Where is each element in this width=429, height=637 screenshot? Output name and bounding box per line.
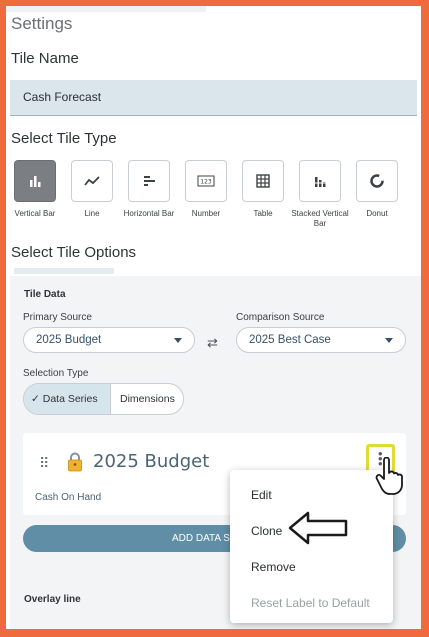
vertical-bar-icon xyxy=(14,160,56,202)
menu-item-clone[interactable]: Clone xyxy=(251,524,282,538)
overlay-line-heading: Overlay line xyxy=(24,594,81,605)
tile-name-input[interactable]: Cash Forecast xyxy=(10,80,417,116)
left-arrow-icon xyxy=(288,510,348,551)
tile-type-horizontal-bar[interactable]: Horizontal Bar xyxy=(119,160,179,219)
chevron-down-icon xyxy=(385,338,393,343)
swap-arrows-icon[interactable]: ⇄ xyxy=(207,335,218,351)
tile-type-label: Vertical Bar xyxy=(14,209,56,218)
number-icon: 123 xyxy=(185,160,227,202)
selection-type-dimensions[interactable]: Dimensions xyxy=(112,384,183,414)
hand-cursor-icon xyxy=(375,456,405,502)
tile-type-stacked-vertical-bar[interactable]: Stacked Vertical Bar xyxy=(290,160,350,229)
tile-type-number[interactable]: 123 Number xyxy=(176,160,236,219)
chevron-down-icon xyxy=(174,338,182,343)
stacked-bar-icon xyxy=(299,160,341,202)
tile-type-label: Table xyxy=(253,209,273,218)
svg-text:123: 123 xyxy=(200,179,212,186)
menu-item-remove[interactable]: Remove xyxy=(251,560,296,574)
dimensions-label: Dimensions xyxy=(120,393,175,405)
tile-type-label: Number xyxy=(191,209,221,218)
lock-icon xyxy=(67,452,83,477)
tile-type-label: Line xyxy=(84,209,100,218)
series-card-subtitle: Cash On Hand xyxy=(35,492,102,503)
comparison-source-select[interactable]: 2025 Best Case xyxy=(236,327,406,353)
menu-item-edit[interactable]: Edit xyxy=(251,488,272,502)
menu-item-reset-label: Reset Label to Default xyxy=(251,596,370,610)
selection-type-label: Selection Type xyxy=(23,368,89,379)
comparison-source-label: Comparison Source xyxy=(236,312,325,323)
table-icon xyxy=(242,160,284,202)
settings-panel: Settings Tile Name Cash Forecast Select … xyxy=(6,6,421,629)
check-icon: ✓ xyxy=(31,393,40,405)
title-underline xyxy=(6,6,206,12)
drag-handle-icon[interactable]: ⠿ xyxy=(39,455,49,472)
primary-source-label: Primary Source xyxy=(23,312,92,323)
selection-type-data-series[interactable]: ✓ Data Series xyxy=(24,384,111,414)
series-card-title: 2025 Budget xyxy=(93,451,210,472)
tile-type-heading: Select Tile Type xyxy=(11,130,117,147)
tile-name-heading: Tile Name xyxy=(11,50,79,67)
tile-type-label: Donut xyxy=(366,209,388,218)
tile-type-vertical-bar[interactable]: Vertical Bar xyxy=(6,160,65,219)
tile-type-label: Horizontal Bar xyxy=(123,209,175,218)
tile-data-heading: Tile Data xyxy=(24,289,66,300)
comparison-source-value: 2025 Best Case xyxy=(249,334,331,346)
tile-type-list: Vertical Bar Line Horizontal Bar 123 Num… xyxy=(6,160,421,240)
line-chart-icon xyxy=(71,160,113,202)
horizontal-bar-icon xyxy=(128,160,170,202)
primary-source-select[interactable]: 2025 Budget xyxy=(23,327,195,353)
donut-icon xyxy=(356,160,398,202)
tile-type-donut[interactable]: Donut xyxy=(347,160,407,219)
faint-divider xyxy=(14,268,114,274)
selection-type-toggle: ✓ Data Series Dimensions xyxy=(23,383,184,415)
tile-type-label: Stacked Vertical Bar xyxy=(291,209,349,228)
data-series-label: Data Series xyxy=(42,393,98,405)
primary-source-value: 2025 Budget xyxy=(36,334,102,346)
tile-options-heading: Select Tile Options xyxy=(11,244,137,261)
tile-type-line[interactable]: Line xyxy=(62,160,122,219)
panel-title: Settings xyxy=(11,14,73,33)
tile-type-table[interactable]: Table xyxy=(233,160,293,219)
